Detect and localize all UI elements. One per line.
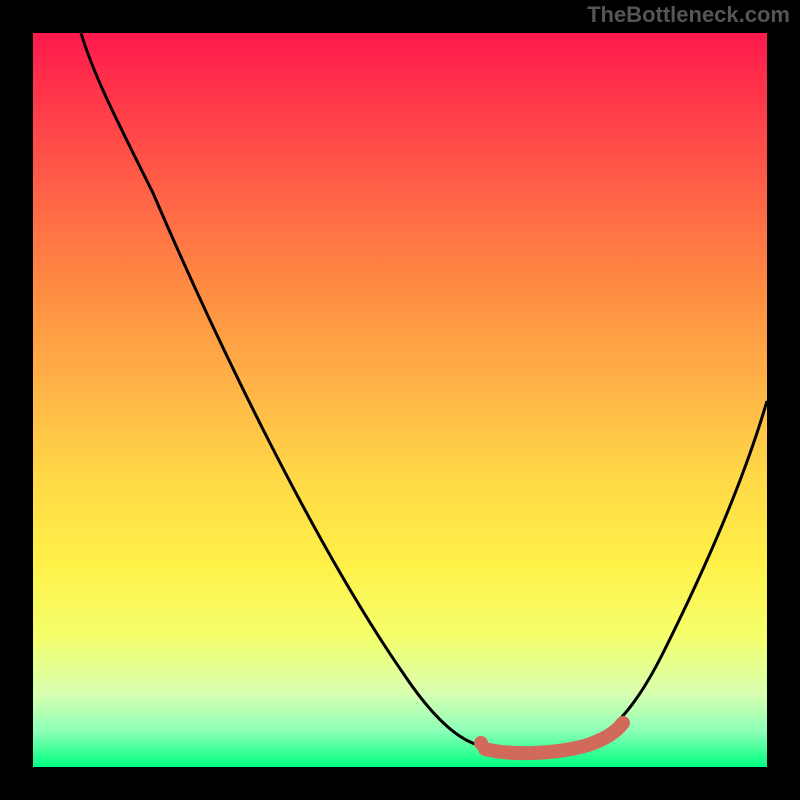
- plot-area: [33, 33, 767, 767]
- bottleneck-curve: [81, 33, 767, 752]
- optimal-range-marker: [485, 723, 623, 753]
- curve-layer: [33, 33, 767, 767]
- chart-container: TheBottleneck.com: [0, 0, 800, 800]
- attribution-label: TheBottleneck.com: [587, 2, 790, 28]
